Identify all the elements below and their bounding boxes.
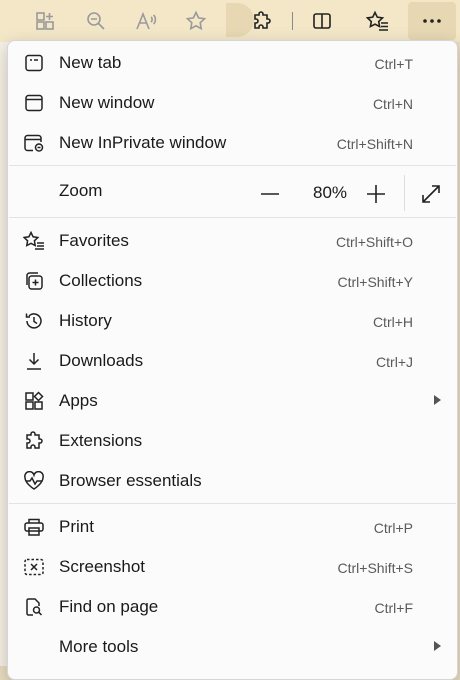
browser-toolbar: [0, 0, 460, 42]
menu-item-apps[interactable]: Apps: [8, 381, 457, 421]
downloads-icon: [22, 351, 46, 371]
extensions-icon[interactable]: [247, 6, 277, 36]
menu-item-history[interactable]: History Ctrl+H: [8, 301, 457, 341]
menu-item-shortcut: Ctrl+N: [372, 96, 413, 112]
menu-divider: [9, 503, 456, 504]
zoom-divider: [404, 175, 405, 211]
toolbar-separator: [292, 12, 293, 30]
menu-divider: [9, 217, 456, 218]
menu-item-browser-essentials[interactable]: Browser essentials: [8, 461, 457, 501]
menu-item-shortcut: Ctrl+P: [373, 520, 413, 536]
menu-item-shortcut: Ctrl+Shift+N: [336, 136, 413, 152]
browser-essentials-icon: [22, 471, 46, 491]
inprivate-window-icon: [22, 133, 46, 153]
menu-item-extensions[interactable]: Extensions: [8, 421, 457, 461]
menu-item-print[interactable]: Print Ctrl+P: [8, 507, 457, 547]
collections-icon: [22, 271, 46, 291]
print-icon: [22, 517, 46, 537]
menu-item-favorites[interactable]: Favorites Ctrl+Shift+O: [8, 221, 457, 261]
favorites-icon: [22, 231, 46, 251]
menu-item-more-tools[interactable]: More tools: [8, 627, 457, 667]
more-options-icon: [420, 10, 444, 32]
menu-item-label: Browser essentials: [59, 471, 202, 490]
menu-item-label: Collections: [59, 271, 143, 290]
menu-divider: [9, 165, 456, 166]
submenu-arrow-icon: [434, 395, 441, 405]
favorite-star-icon[interactable]: [181, 6, 211, 36]
menu-item-label: Print: [59, 517, 94, 536]
extensions-icon: [22, 431, 46, 451]
menu-item-shortcut: Ctrl+T: [374, 56, 414, 72]
menu-item-shortcut: Ctrl+H: [372, 314, 413, 330]
menu-item-label: Screenshot: [59, 557, 145, 576]
menu-item-new-tab[interactable]: New tab Ctrl+T: [8, 43, 457, 83]
menu-item-label: Find on page: [59, 597, 159, 616]
menu-item-label: History: [59, 311, 112, 330]
new-tab-icon: [22, 53, 46, 73]
menu-item-screenshot[interactable]: Screenshot Ctrl+Shift+S: [8, 547, 457, 587]
add-tab-group-icon[interactable]: [30, 6, 60, 36]
menu-item-label: Favorites: [59, 231, 129, 250]
settings-menu: New tab Ctrl+T New window Ctrl+N New InP…: [7, 40, 458, 680]
menu-item-find-on-page[interactable]: Find on page Ctrl+F: [8, 587, 457, 627]
menu-item-label: Apps: [59, 391, 98, 410]
zoom-out-button[interactable]: [255, 179, 285, 209]
find-on-page-icon: [22, 597, 46, 617]
apps-icon: [22, 391, 46, 411]
menu-item-label: Extensions: [59, 431, 143, 450]
zoom-level-value: 80%: [312, 183, 348, 202]
more-options-button[interactable]: [408, 2, 456, 40]
screenshot-icon: [22, 557, 46, 577]
submenu-arrow-icon: [434, 641, 441, 651]
menu-item-new-inprivate-window[interactable]: New InPrivate window Ctrl+Shift+N: [8, 123, 457, 163]
zoom-in-button[interactable]: [361, 179, 391, 209]
new-window-icon: [22, 93, 46, 113]
menu-item-shortcut: Ctrl+F: [374, 600, 414, 616]
menu-item-shortcut: Ctrl+Shift+S: [337, 560, 413, 576]
menu-item-collections[interactable]: Collections Ctrl+Shift+Y: [8, 261, 457, 301]
menu-item-label: More tools: [59, 637, 139, 656]
menu-item-shortcut: Ctrl+Shift+Y: [337, 274, 413, 290]
read-aloud-icon[interactable]: [131, 6, 161, 36]
menu-item-shortcut: Ctrl+Shift+O: [335, 234, 413, 250]
favorites-list-icon[interactable]: [363, 6, 393, 36]
zoom-out-icon[interactable]: [81, 6, 111, 36]
menu-item-new-window[interactable]: New window Ctrl+N: [8, 83, 457, 123]
menu-item-label: New window: [59, 93, 155, 112]
menu-item-label: Downloads: [59, 351, 144, 370]
full-screen-button[interactable]: [416, 179, 446, 209]
zoom-label: Zoom: [59, 181, 103, 200]
full-screen-icon: [422, 185, 440, 203]
history-icon: [22, 311, 46, 331]
menu-item-label: New InPrivate window: [59, 133, 227, 152]
split-screen-icon[interactable]: [307, 6, 337, 36]
menu-item-label: New tab: [59, 53, 122, 72]
menu-item-shortcut: Ctrl+J: [376, 354, 413, 370]
menu-item-downloads[interactable]: Downloads Ctrl+J: [8, 341, 457, 381]
